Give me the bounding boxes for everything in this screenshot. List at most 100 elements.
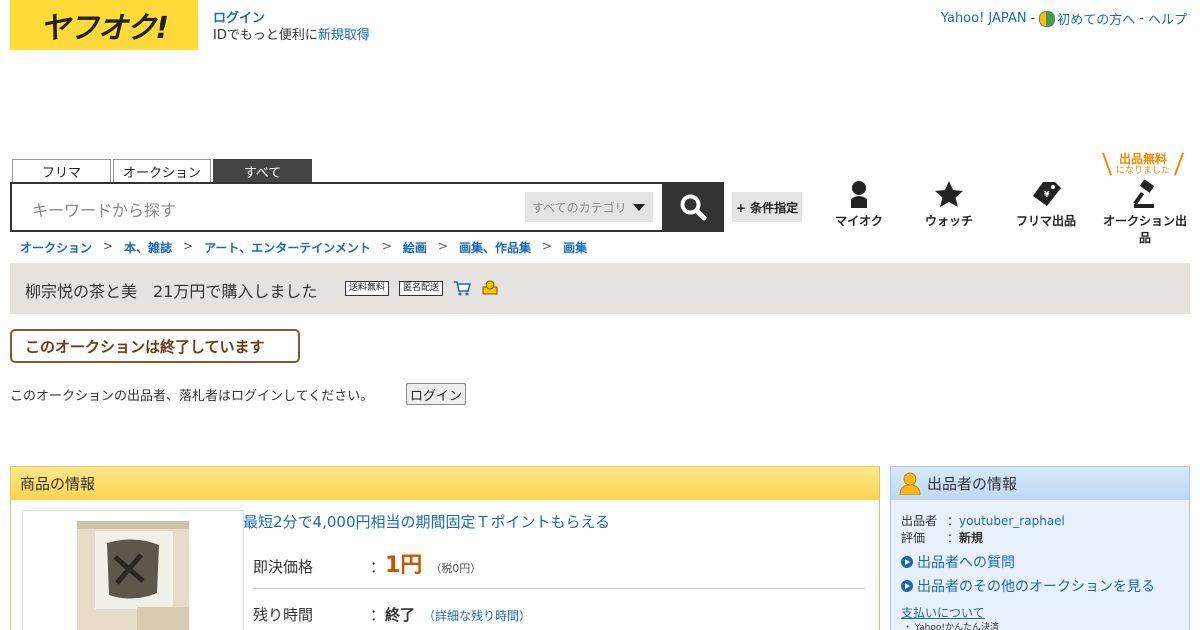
breadcrumb: オークション > 本、雑誌 > アート、エンターテインメント > 絵画 > 画集…	[20, 239, 587, 256]
yahoo-japan-link[interactable]: Yahoo! JAPAN	[941, 11, 1027, 26]
seller-key: 出品者	[901, 514, 938, 528]
breadcrumb-separator: >	[437, 239, 448, 253]
free-shipping-badge: 送料無料	[345, 280, 390, 296]
breadcrumb-separator: >	[103, 239, 114, 253]
divider	[253, 588, 865, 589]
seller-colon: ：	[947, 514, 960, 528]
breadcrumb-item[interactable]: アート、エンターテインメント	[204, 239, 371, 256]
item-title-bar: 柳宗悦の茶と美 21万円で購入しました 送料無料 匿名配送	[10, 263, 1190, 314]
rating-key: 評価	[901, 531, 926, 545]
gavel-icon	[1133, 180, 1155, 208]
login-button[interactable]: ログイン	[406, 383, 467, 405]
item-badges: 送料無料 匿名配送	[345, 280, 499, 296]
product-image[interactable]	[77, 521, 189, 630]
t-point-promo-link[interactable]: 最短2分で4,000円相当の期間固定Ｔポイントもらえる	[243, 511, 610, 532]
search-tabs: フリマ オークション すべて	[12, 159, 312, 182]
seller-info-header: 出品者の情報	[891, 467, 1189, 500]
seller-info-heading: 出品者の情報	[927, 475, 1018, 493]
payment-method: ・ Yahoo!かんたん決済	[903, 623, 999, 630]
price-colon: ：	[370, 558, 386, 576]
seller-name-link[interactable]: youtuber_raphael	[959, 514, 1065, 528]
new-arrival-icon	[482, 280, 498, 295]
breadcrumb-separator: >	[542, 239, 553, 253]
person-icon	[851, 181, 867, 208]
seller-name-row: 出品者 ：youtuber_raphael	[901, 512, 1065, 529]
breadcrumb-separator: >	[183, 239, 194, 253]
seller-person-icon	[899, 472, 921, 495]
tax-value: （税0円）	[430, 562, 482, 575]
search-input[interactable]: キーワードから探す すべてのカテゴリ	[10, 182, 664, 232]
tab-auction[interactable]: オークション	[113, 159, 211, 182]
my-auction-label: マイオク	[835, 214, 883, 228]
breadcrumb-item[interactable]: 画集	[563, 239, 587, 256]
top-links: Yahoo! JAPAN - 初めての方へ - ヘルプ	[941, 9, 1187, 28]
price-value: 1円	[385, 553, 423, 578]
seller-info-panel: 出品者の情報 出品者 ：youtuber_raphael 評価 ：新規 出品者への質…	[890, 466, 1190, 630]
question-to-seller-label: 出品者への質問	[917, 555, 1015, 571]
price-label: 即決価格	[253, 558, 314, 576]
free-listing-badge: 出品無料 になりました	[1101, 152, 1185, 178]
payment-info-link[interactable]: 支払いについて	[901, 604, 985, 621]
anonymous-shipping-badge: 匿名配送	[399, 280, 444, 296]
category-select-value: すべてのカテゴリ	[532, 200, 627, 215]
beginner-link[interactable]: 初めての方へ	[1057, 9, 1135, 28]
free-badge-subtext: になりました	[1115, 166, 1170, 176]
beginner-mark-icon	[1039, 10, 1056, 27]
breadcrumb-item[interactable]: オークション	[20, 239, 92, 256]
chevron-down-icon	[633, 204, 645, 211]
cart-icon	[454, 281, 472, 296]
fleamarket-listing-link[interactable]: ¥ フリマ出品	[1014, 180, 1078, 229]
yahuoku-logo[interactable]: ヤフオク!	[10, 0, 198, 50]
arrow-circle-icon	[901, 580, 913, 592]
product-info-heading: 商品の情報	[11, 467, 879, 500]
fleamarket-listing-label: フリマ出品	[1015, 214, 1076, 228]
id-note: IDでもっと便利に	[213, 28, 318, 43]
tab-fleamarket[interactable]: フリマ	[12, 159, 111, 182]
rating-colon: ：	[947, 531, 960, 545]
breadcrumb-separator: >	[381, 239, 392, 253]
top-sep: -	[1030, 11, 1036, 26]
search-icon	[680, 194, 707, 221]
remaining-colon: ：	[370, 606, 386, 624]
price-row: 即決価格 ： 1円 （税0円）	[253, 547, 481, 579]
login-link[interactable]: ログイン	[213, 11, 265, 26]
auction-listing-label: オークション出品	[1102, 214, 1187, 245]
remaining-row: 残り時間 ： 終了 （詳細な残り時間）	[253, 604, 531, 625]
breadcrumb-item[interactable]: 画集、作品集	[459, 239, 531, 256]
category-select[interactable]: すべてのカテゴリ	[525, 192, 653, 222]
condition-button[interactable]: + 条件指定	[732, 192, 802, 222]
seller-other-auctions-label: 出品者のその他のオークションを見る	[917, 579, 1155, 595]
seller-other-auctions-link[interactable]: 出品者のその他のオークションを見る	[901, 576, 1155, 596]
price-tag-icon: ¥	[1033, 182, 1061, 206]
search-placeholder: キーワードから探す	[32, 201, 177, 220]
watch-link[interactable]: ウォッチ	[922, 180, 976, 229]
item-title: 柳宗悦の茶と美 21万円で購入しました	[25, 282, 318, 301]
arrow-circle-icon	[901, 556, 913, 568]
rating-value: 新規	[959, 531, 984, 545]
top-sep: -	[1139, 11, 1144, 26]
star-icon	[935, 181, 963, 207]
free-badge-text: 出品無料	[1118, 152, 1167, 166]
tab-all[interactable]: すべて	[213, 159, 312, 182]
svg-text:¥: ¥	[1044, 190, 1050, 199]
seller-rating-row: 評価 ：新規	[901, 529, 983, 546]
auction-listing-link[interactable]: オークション出品	[1098, 180, 1192, 246]
register-link[interactable]: 新規取得	[318, 28, 370, 43]
breadcrumb-item[interactable]: 絵画	[403, 239, 427, 256]
auction-ended-notice: このオークションは終了しています	[10, 329, 300, 363]
logo-text: ヤフオク!	[39, 11, 169, 46]
product-info-panel: 商品の情報 最短2分で4,000円相当の期間固定Ｔポイントもらえる 即決価格 ：…	[10, 466, 880, 630]
login-area: ログイン IDでもっと便利に新規取得	[213, 10, 370, 44]
remaining-value: 終了	[385, 606, 416, 624]
login-note: このオークションの出品者、落札者はログインしてください。	[10, 389, 374, 404]
help-link[interactable]: ヘルプ	[1148, 9, 1187, 28]
my-auction-link[interactable]: マイオク	[834, 180, 884, 229]
remaining-detail-link[interactable]: （詳細な残り時間）	[423, 607, 531, 624]
question-to-seller-link[interactable]: 出品者への質問	[901, 552, 1015, 572]
product-image-frame[interactable]	[22, 510, 244, 630]
watch-label: ウォッチ	[924, 214, 973, 228]
breadcrumb-item[interactable]: 本、雑誌	[124, 239, 172, 256]
search-button[interactable]	[662, 182, 724, 232]
book-cover-illustration	[77, 521, 189, 630]
remaining-label: 残り時間	[253, 606, 314, 624]
